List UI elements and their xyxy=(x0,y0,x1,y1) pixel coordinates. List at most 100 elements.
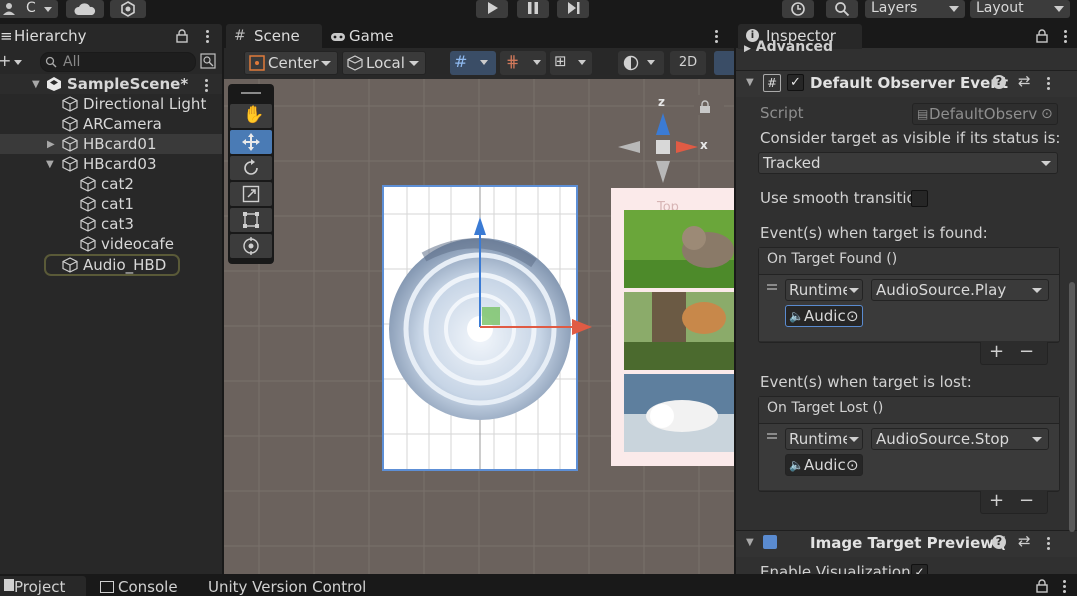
rotate-tool-button[interactable] xyxy=(230,156,272,180)
enabled-checkbox[interactable]: ✓ xyxy=(787,74,804,91)
cat-cards-target[interactable]: Top xyxy=(611,188,734,466)
image-target-preview-header[interactable]: ▼ Image Target Preview ( ? ⇄ xyxy=(736,530,1077,557)
mode-2d-toggle[interactable]: 2D xyxy=(670,51,706,75)
lock-icon[interactable] xyxy=(1036,29,1048,43)
help-icon[interactable]: ? xyxy=(992,535,1006,549)
tab-project[interactable]: Project xyxy=(0,576,86,596)
scene-options-icon[interactable] xyxy=(205,79,209,94)
step-button[interactable] xyxy=(557,0,589,18)
hierarchy-item-hbcard03[interactable]: ▼ HBcard03 xyxy=(0,154,222,174)
hierarchy-item-arcamera[interactable]: ARCamera xyxy=(0,114,222,134)
hierarchy-item-audio-hbd[interactable]: Audio_HBD xyxy=(44,254,180,276)
cloud-button[interactable] xyxy=(66,0,104,18)
remove-listener-icon[interactable]: − xyxy=(1019,341,1034,362)
layout-dropdown[interactable]: Layout xyxy=(970,0,1070,18)
ruler-toggle[interactable]: ⊞ xyxy=(550,51,592,75)
grid-snap-toggle[interactable]: # xyxy=(450,51,496,75)
search-button[interactable] xyxy=(826,0,858,18)
hierarchy-item-cat1[interactable]: cat1 xyxy=(0,194,222,214)
object-picker-icon[interactable]: ⊙ xyxy=(846,306,859,326)
lighting-toggle[interactable] xyxy=(714,51,734,75)
tab-scene[interactable]: # Scene xyxy=(226,24,322,49)
found-object-field[interactable]: 🔈 Audic ⊙ xyxy=(785,305,863,327)
scene-panel: # Scene Game Center Local # ⋕ ⊞ 2D ✋ Top… xyxy=(224,24,734,574)
scene-toolbar: Center Local # ⋕ ⊞ 2D xyxy=(224,49,734,79)
add-listener-icon[interactable]: + xyxy=(989,490,1004,511)
hbcard-image-target[interactable] xyxy=(382,185,592,471)
lost-runtime-dropdown[interactable]: Runtime xyxy=(785,428,863,450)
search-input[interactable]: All xyxy=(40,52,196,72)
lost-object-field[interactable]: 🔈 Audic ⊙ xyxy=(785,454,863,476)
foldout-arrow-icon[interactable]: ▼ xyxy=(746,77,754,88)
lock-icon[interactable] xyxy=(176,29,188,43)
snap-increment-toggle[interactable]: ⋕ xyxy=(500,51,546,75)
shading-mode-dropdown[interactable] xyxy=(618,51,664,75)
hierarchy-item-videocafe[interactable]: videocafe xyxy=(0,234,222,254)
found-add-remove: + − xyxy=(980,341,1048,365)
gizmo-y-arrow-icon[interactable] xyxy=(474,217,486,235)
gizmo-x-arrow-icon[interactable] xyxy=(572,319,592,335)
scene-row[interactable]: ▼ SampleScene* xyxy=(0,74,222,94)
palette-grip-icon[interactable] xyxy=(241,92,261,94)
gizmo-z-axis-icon[interactable] xyxy=(656,113,670,135)
layers-label: Layers xyxy=(871,0,918,16)
pivot-center-dropdown[interactable]: Center xyxy=(244,51,338,75)
snap-increment-icon: ⋕ xyxy=(506,52,520,71)
tab-version-control[interactable]: Unity Version Control xyxy=(208,578,366,596)
scene-more-icon[interactable] xyxy=(715,30,719,45)
add-listener-icon[interactable]: + xyxy=(989,341,1004,362)
pause-button[interactable] xyxy=(517,0,549,18)
layers-dropdown[interactable]: Layers xyxy=(865,0,965,18)
gizmo-x-axis-icon[interactable] xyxy=(676,141,698,153)
transform-tool-button[interactable] xyxy=(230,234,272,258)
space-local-dropdown[interactable]: Local xyxy=(342,51,426,75)
advanced-foldout[interactable]: ▶ Advanced xyxy=(744,39,833,55)
component-menu-icon[interactable] xyxy=(1047,77,1051,92)
expand-arrow-icon[interactable]: ▼ xyxy=(32,75,40,95)
presets-icon[interactable]: ⇄ xyxy=(1018,532,1031,550)
component-menu-icon[interactable] xyxy=(1047,537,1051,552)
hierarchy-item-cat2[interactable]: cat2 xyxy=(0,174,222,194)
account-dropdown[interactable]: C xyxy=(0,0,58,18)
remove-listener-icon[interactable]: − xyxy=(1019,490,1034,511)
more-options-icon[interactable] xyxy=(206,30,210,45)
component-header[interactable]: ▼ # ✓ Default Observer Event ? ⇄ xyxy=(736,70,1077,97)
inspector-scrollbar[interactable] xyxy=(1069,282,1075,532)
lost-function-dropdown[interactable]: AudioSource.Stop xyxy=(871,428,1049,450)
drag-handle-icon[interactable] xyxy=(767,284,777,286)
services-button[interactable] xyxy=(110,0,146,18)
found-runtime-dropdown[interactable]: Runtime xyxy=(785,279,863,301)
drag-handle-icon[interactable] xyxy=(767,433,777,435)
inspector-more-icon[interactable] xyxy=(1064,30,1068,45)
found-function-dropdown[interactable]: AudioSource.Play xyxy=(871,279,1049,301)
object-picker-icon[interactable]: ⊙ xyxy=(1041,104,1053,124)
hand-tool-button[interactable]: ✋ xyxy=(230,104,272,128)
move-tool-button[interactable] xyxy=(230,130,272,154)
help-icon[interactable]: ? xyxy=(992,75,1006,89)
enable-visualization-checkbox[interactable]: ✓ xyxy=(911,564,928,574)
status-dropdown[interactable]: Tracked xyxy=(758,152,1058,174)
foldout-arrow-icon[interactable]: ▼ xyxy=(746,537,754,548)
play-button[interactable] xyxy=(476,0,508,18)
chevron-down-icon[interactable] xyxy=(14,60,22,65)
hierarchy-item-hbcard01[interactable]: ▶ HBcard01 xyxy=(0,134,222,154)
hierarchy-item-directional-light[interactable]: Directional Light xyxy=(0,94,222,114)
gizmo-lock-icon[interactable] xyxy=(699,100,711,114)
gizmo-plane-handle-icon[interactable] xyxy=(482,307,500,325)
tab-hierarchy[interactable]: ≡ Hierarchy xyxy=(0,24,222,49)
smooth-transition-checkbox[interactable] xyxy=(911,190,928,207)
lock-icon[interactable] xyxy=(1036,579,1048,593)
scene-viewport[interactable]: ✋ Top z x xyxy=(224,79,734,574)
scale-tool-button[interactable] xyxy=(230,182,272,206)
lost-header-label: On Target Lost () xyxy=(767,400,884,416)
object-picker-icon[interactable]: ⊙ xyxy=(846,455,859,475)
collapsed-arrow-icon[interactable]: ▶ xyxy=(47,135,55,155)
undo-history-button[interactable] xyxy=(782,0,814,18)
add-icon[interactable]: + xyxy=(0,51,11,70)
expand-arrow-icon[interactable]: ▼ xyxy=(46,155,54,175)
presets-icon[interactable]: ⇄ xyxy=(1018,72,1031,90)
bottom-more-icon[interactable] xyxy=(1063,580,1067,595)
rect-tool-button[interactable] xyxy=(230,208,272,232)
search-options-icon[interactable] xyxy=(200,53,216,69)
hierarchy-item-cat3[interactable]: cat3 xyxy=(0,214,222,234)
